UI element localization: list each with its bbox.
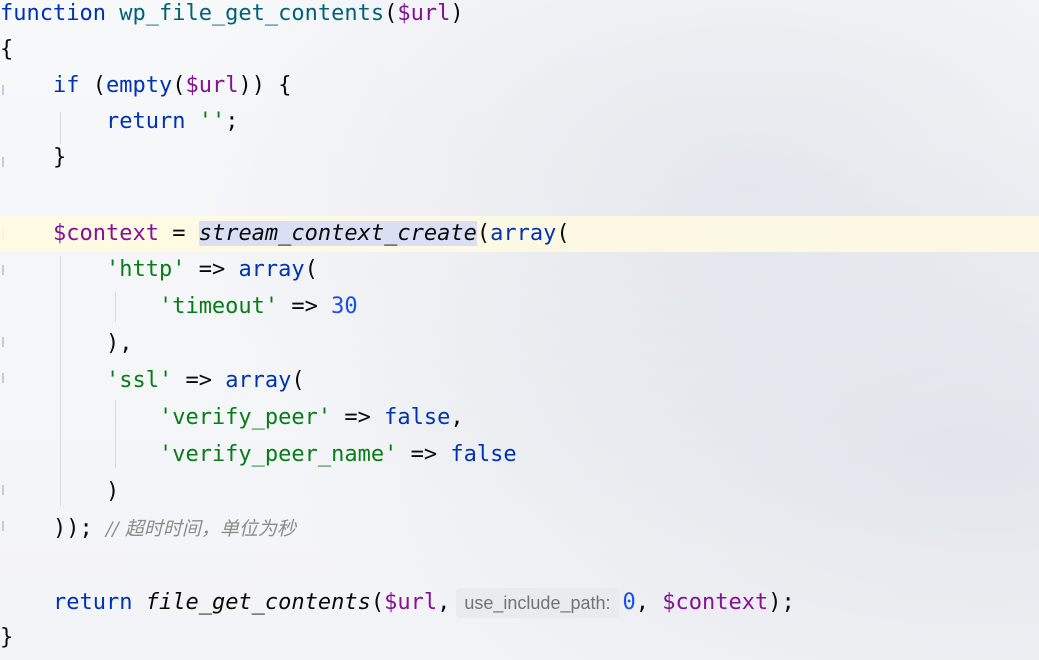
code-line-10[interactable]: ), xyxy=(0,326,1039,362)
punctuation: ( xyxy=(304,257,318,282)
variable: $context xyxy=(52,221,159,246)
punctuation: } xyxy=(0,625,14,650)
keyword: array xyxy=(225,368,292,393)
punctuation: ( xyxy=(476,221,491,246)
function-call: stream_context_create xyxy=(198,221,477,246)
parameter-hint: use_include_path: xyxy=(456,588,619,618)
punctuation: ( xyxy=(556,221,570,246)
keyword: function xyxy=(0,1,106,26)
punctuation: { xyxy=(0,37,14,62)
code-line-6[interactable] xyxy=(0,176,1039,212)
punctuation: => xyxy=(172,368,226,393)
code-line-2[interactable]: { xyxy=(0,32,1039,68)
punctuation: = xyxy=(158,221,199,246)
punctuation: => xyxy=(397,442,451,467)
punctuation: => xyxy=(278,294,332,319)
punctuation: ( xyxy=(370,590,385,615)
code-line-14[interactable]: ) xyxy=(0,474,1039,510)
code-line-15[interactable]: )); // 超时时间，单位为秒 xyxy=(0,511,1039,547)
keyword: array xyxy=(238,257,305,282)
code-line-9[interactable]: 'timeout' => 30 xyxy=(0,289,1039,325)
string-literal: 'http' xyxy=(105,257,186,282)
function-call: file_get_contents xyxy=(145,590,371,615)
code-line-12[interactable]: 'verify_peer' => false, xyxy=(0,400,1039,436)
variable: $url xyxy=(185,73,239,98)
punctuation: => xyxy=(331,405,385,430)
code-line-3[interactable]: if (empty($url)) { xyxy=(0,68,1039,104)
keyword: empty xyxy=(105,73,173,98)
keyword: return xyxy=(52,590,133,615)
keyword: false xyxy=(384,405,451,430)
variable: $url xyxy=(397,1,451,26)
keyword: return xyxy=(105,109,186,134)
string-literal: 'ssl' xyxy=(105,368,173,393)
punctuation: , xyxy=(450,405,464,430)
punctuation: ) xyxy=(450,1,464,26)
punctuation: ; xyxy=(225,109,239,134)
punctuation: => xyxy=(185,257,239,282)
string-literal: '' xyxy=(198,109,226,134)
code-line-11[interactable]: 'ssl' => array( xyxy=(0,363,1039,399)
code-line-13[interactable]: 'verify_peer_name' => false xyxy=(0,437,1039,473)
code-line-5[interactable]: } xyxy=(0,140,1039,176)
code-line-17[interactable]: return file_get_contents($url, use_includ… xyxy=(0,585,1039,621)
code-line-8[interactable]: 'http' => array( xyxy=(0,252,1039,288)
number-literal: 0 xyxy=(622,590,636,615)
punctuation: ); xyxy=(768,590,795,615)
keyword: if xyxy=(52,73,80,98)
punctuation: } xyxy=(52,145,67,170)
keyword: array xyxy=(490,221,557,246)
code-line-18[interactable]: } xyxy=(0,620,1039,656)
code-comment: // 超时时间，单位为秒 xyxy=(105,518,296,540)
string-literal: 'verify_peer' xyxy=(158,405,332,430)
punctuation: ( xyxy=(79,73,106,98)
punctuation: ( xyxy=(384,1,398,26)
punctuation: ( xyxy=(291,368,305,393)
variable: $context xyxy=(662,590,769,615)
variable: $url xyxy=(384,590,438,615)
code-editor[interactable]: function wp_file_get_contents($url) { if… xyxy=(0,0,1039,660)
punctuation: )) { xyxy=(238,73,292,98)
string-literal: 'verify_peer_name' xyxy=(158,442,398,467)
code-line-7[interactable]: $context = stream_context_create(array( xyxy=(0,216,1039,252)
number-literal: 30 xyxy=(331,294,358,319)
punctuation: ) xyxy=(105,479,120,504)
punctuation: , xyxy=(437,590,451,615)
string-literal: 'timeout' xyxy=(158,294,279,319)
function-name: wp_file_get_contents xyxy=(119,1,385,26)
code-line-16[interactable] xyxy=(0,548,1039,584)
keyword: false xyxy=(450,442,517,467)
punctuation: ), xyxy=(105,331,133,356)
punctuation: )); xyxy=(52,516,93,541)
punctuation: , xyxy=(635,590,663,615)
code-line-1[interactable]: function wp_file_get_contents($url) xyxy=(0,0,1039,32)
punctuation: ( xyxy=(172,73,186,98)
code-line-4[interactable]: return ''; xyxy=(0,104,1039,140)
